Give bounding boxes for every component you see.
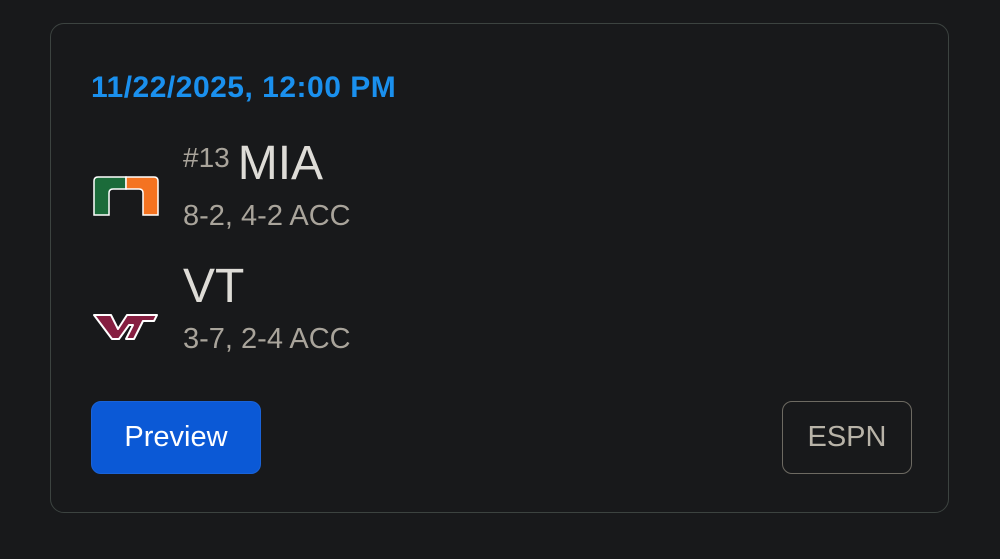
team-abbr: MIA [237, 137, 324, 190]
team-name-line-away: VT [183, 259, 244, 315]
team-row-home: #13 MIA 8-2, 4-2 ACC [91, 136, 691, 236]
game-card: 11/22/2025, 12:00 PM #13 MIA 8-2, 4-2 ACC… [50, 23, 949, 513]
team-rank: #13 [183, 142, 230, 173]
team-record: 8-2, 4-2 ACC [183, 200, 351, 232]
miami-u-logo-icon [93, 176, 159, 216]
team-name-line-home: #13 MIA [183, 136, 323, 192]
team-row-away: VT 3-7, 2-4 ACC [91, 259, 691, 359]
espn-button[interactable]: ESPN [782, 401, 912, 474]
game-datetime: 11/22/2025, 12:00 PM [91, 71, 397, 104]
virginia-tech-vt-logo-icon [93, 314, 158, 340]
team-abbr: VT [183, 260, 245, 313]
team-record: 3-7, 2-4 ACC [183, 323, 351, 355]
preview-button[interactable]: Preview [91, 401, 261, 474]
